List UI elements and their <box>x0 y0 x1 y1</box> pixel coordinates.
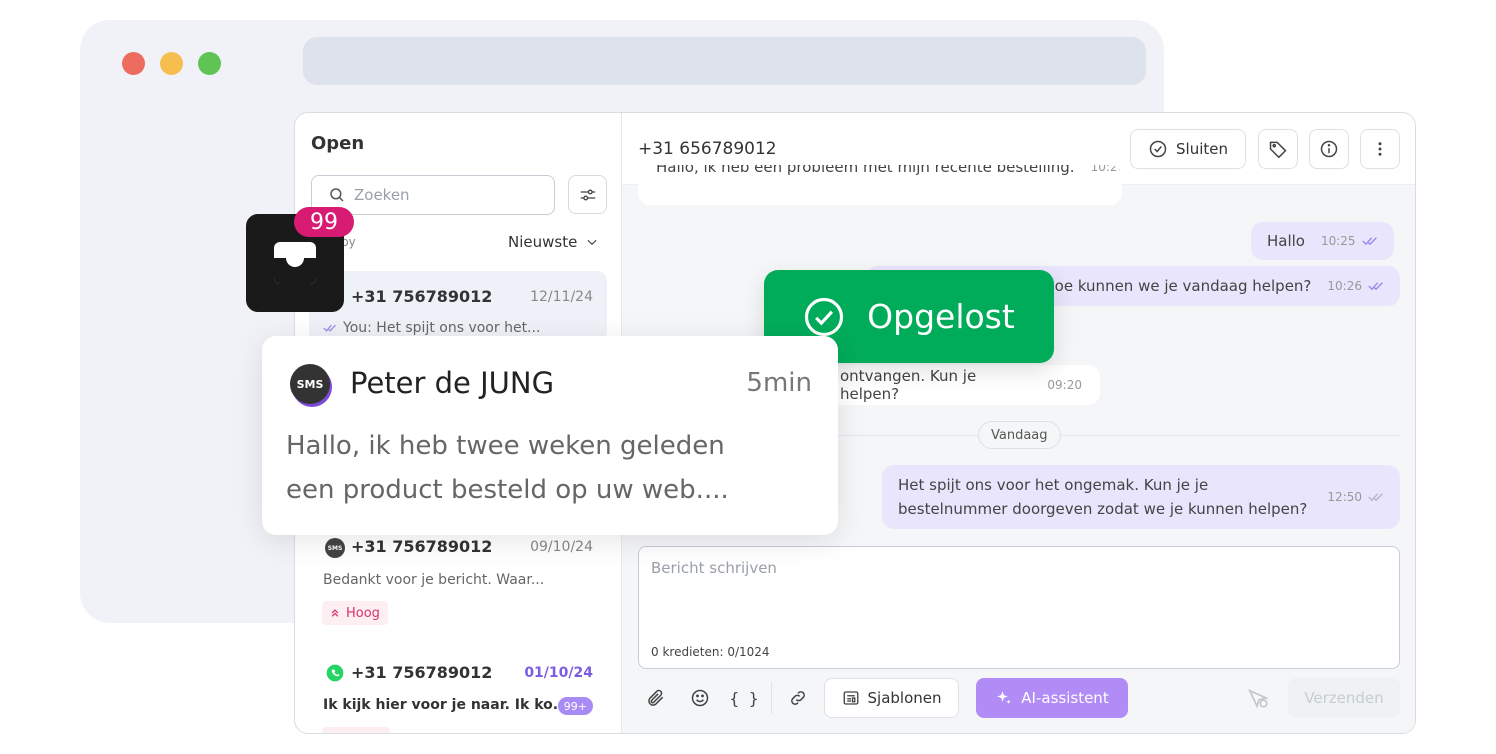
notification-sender: Peter de JUNG <box>350 366 555 400</box>
schedule-send-button[interactable] <box>1244 684 1272 712</box>
priority-badge: Hoog <box>322 601 388 625</box>
double-check-icon <box>1361 237 1377 246</box>
send-button[interactable]: Verzenden <box>1288 678 1400 718</box>
notification-card[interactable]: SMS Peter de JUNG 5min Hallo, ik heb twe… <box>262 336 838 535</box>
message-bubble-outgoing: Het spijt ons voor het ongemak. Kun je j… <box>882 465 1400 529</box>
stage: Open by Nieuwste +31 756789012 12/11/24 … <box>0 0 1496 754</box>
check-circle-icon <box>805 297 844 336</box>
message-bubble-incoming: Hallo, ik heb een probleem met mijn rece… <box>638 165 1122 205</box>
message-bubble-incoming: ontvangen. Kun je helpen? 09:20 <box>822 365 1100 405</box>
sms-avatar: SMS <box>290 364 330 404</box>
link-icon <box>791 691 805 705</box>
template-icon <box>843 691 858 705</box>
message-input[interactable] <box>651 559 1381 619</box>
conversation-phone: +31 756789012 <box>351 537 493 556</box>
attach-button[interactable] <box>640 682 672 714</box>
templates-button[interactable]: Sjablonen <box>824 678 959 718</box>
conversation-date: 01/10/24 <box>524 665 593 681</box>
message-time: 10:26 <box>1327 279 1362 293</box>
more-options-button[interactable] <box>1360 129 1400 169</box>
message-text: Hallo, ik heb een probleem met mijn rece… <box>656 165 1075 176</box>
sidebar-title: Open <box>311 133 365 154</box>
message-time: 09:20 <box>1047 378 1082 392</box>
ai-assistant-label: AI-assistent <box>1021 689 1109 707</box>
more-vertical-icon <box>1378 142 1382 156</box>
chevron-down-icon <box>587 239 597 246</box>
notification-time: 5min <box>746 368 812 398</box>
window-maximize-dot[interactable] <box>198 52 221 75</box>
message-time: 10:20 <box>1090 165 1122 174</box>
paperclip-icon <box>648 689 664 706</box>
priority-label: Hoog <box>346 605 380 621</box>
message-text: ontvangen. Kun je helpen? <box>840 367 977 403</box>
conversation-preview: Bedankt voor je bericht. Waar... <box>323 572 545 588</box>
chat-contact-phone: +31 656789012 <box>638 139 777 159</box>
check-circle-icon <box>1149 140 1167 158</box>
tag-button[interactable] <box>1258 129 1298 169</box>
chevrons-up-icon <box>331 609 339 617</box>
priority-badge <box>322 727 390 733</box>
sparkle-icon <box>997 691 1012 704</box>
day-divider-label: Vandaag <box>978 421 1061 449</box>
filter-button[interactable] <box>568 175 607 214</box>
sort-dropdown[interactable]: Nieuwste <box>508 233 599 251</box>
emoji-button[interactable] <box>684 682 716 714</box>
conversation-phone: +31 756789012 <box>351 287 493 306</box>
sort-label: Nieuwste <box>508 233 578 251</box>
double-check-icon <box>323 324 337 332</box>
info-icon <box>1320 140 1338 158</box>
link-button[interactable] <box>782 682 814 714</box>
credits-counter: 0 kredieten: 0/1024 <box>651 645 770 659</box>
templates-label: Sjablonen <box>867 689 942 707</box>
conversation-item[interactable]: SMS +31 756789012 09/10/24 Bedankt voor … <box>309 523 607 633</box>
address-bar[interactable] <box>303 37 1146 85</box>
conversation-preview: You: Het spijt ons voor het... <box>343 320 541 336</box>
close-conversation-button[interactable]: Sluiten <box>1130 129 1246 169</box>
message-composer: 0 kredieten: 0/1024 <box>638 546 1400 669</box>
double-check-icon <box>1368 493 1383 502</box>
conversation-phone: +31 756789012 <box>351 663 493 682</box>
message-text: Hoe kunnen we je vandaag helpen? <box>1043 277 1312 295</box>
window-close-dot[interactable] <box>122 52 145 75</box>
conversation-item[interactable]: +31 756789012 01/10/24 Ik kijk hier voor… <box>309 653 607 733</box>
conversation-item[interactable]: +31 756789012 12/11/24 You: Het spijt on… <box>309 271 607 341</box>
ai-assistant-button[interactable]: AI-assistent <box>976 678 1128 718</box>
message-text: Hallo <box>1267 232 1305 250</box>
notification-message: Hallo, ik heb twee weken geleden een pro… <box>286 431 729 505</box>
message-time: 12:50 <box>1327 490 1363 504</box>
toolbar-divider <box>771 682 772 714</box>
sms-channel-icon: SMS <box>325 538 345 558</box>
double-check-icon <box>1368 282 1383 291</box>
unread-count-badge: 99+ <box>557 697 593 715</box>
inbox-icon <box>274 242 316 284</box>
send-clock-icon <box>1248 689 1269 709</box>
smiley-icon <box>691 689 709 707</box>
resolved-label: Opgelost <box>867 297 1015 336</box>
tag-icon <box>1269 141 1287 159</box>
conversation-preview: Ik kijk hier voor je naar. Ik ko... <box>323 697 569 713</box>
close-label: Sluiten <box>1176 140 1228 158</box>
inbox-count-badge: 99 <box>294 207 354 237</box>
sliders-icon <box>580 189 595 200</box>
search-icon <box>330 188 344 202</box>
composer-toolbar: { } Sjablonen AI-assistent Verzenden <box>638 678 1400 718</box>
variables-button[interactable]: { } <box>728 682 760 714</box>
conversation-date: 09/10/24 <box>530 539 593 555</box>
conversation-date: 12/11/24 <box>530 289 593 305</box>
info-button[interactable] <box>1309 129 1349 169</box>
message-text: Het spijt ons voor het ongemak. Kun je j… <box>898 476 1308 518</box>
window-minimize-dot[interactable] <box>160 52 183 75</box>
message-bubble-outgoing: Hallo 10:25 <box>1251 222 1394 260</box>
search-input[interactable] <box>354 186 534 204</box>
whatsapp-icon <box>326 664 344 682</box>
message-time: 10:25 <box>1320 234 1356 248</box>
